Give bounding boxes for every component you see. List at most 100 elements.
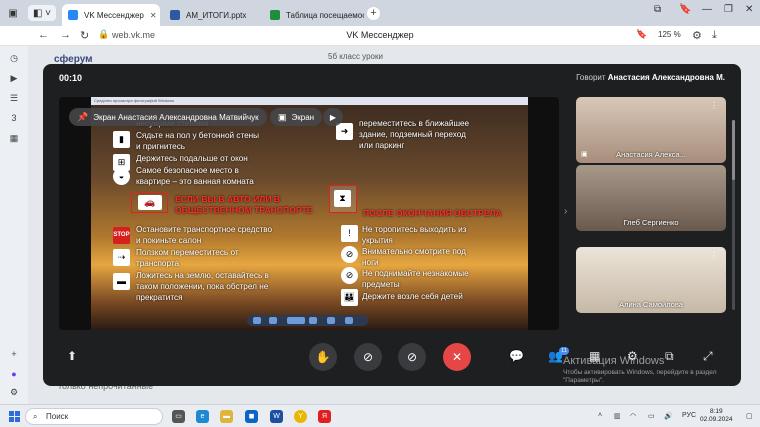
mic-off-button[interactable]: ⊘ <box>398 343 426 371</box>
sidebar-add-icon[interactable]: + <box>8 348 20 360</box>
extensions-icon[interactable]: ⚙ <box>692 29 702 42</box>
slideshow-controls[interactable] <box>247 315 368 326</box>
restore-icon[interactable]: ❐ <box>724 4 733 15</box>
end-call-button[interactable]: ✕ <box>443 343 471 371</box>
notifications-icon[interactable]: ▢ <box>746 412 753 420</box>
explorer-icon[interactable]: ▬ <box>220 410 233 423</box>
bookmark-page-icon[interactable]: 🔖 <box>636 29 647 40</box>
pin-icon: 📌 <box>77 111 89 122</box>
chat-icon[interactable]: 💬 <box>509 349 524 363</box>
more-icon[interactable]: ⋮ <box>710 251 718 260</box>
tab-groups-button[interactable]: ◧ ˅ <box>28 5 56 21</box>
control-icon[interactable] <box>253 317 261 324</box>
sidebar-history-icon[interactable]: ◷ <box>8 52 20 64</box>
task-view-icon[interactable]: ▭ <box>172 410 185 423</box>
chat-name: 5б класс уроки <box>328 52 383 61</box>
tab-label: АМ_ИТОГИ.pptx <box>186 10 247 20</box>
crawl-icon: ⇢ <box>113 249 130 266</box>
raise-hand-button[interactable]: ✋ <box>309 343 337 371</box>
participant-name: Анастасия Алекса... <box>616 150 686 159</box>
tab-vk-messenger[interactable]: VK Мессенджер ✕ <box>62 4 160 26</box>
slide-text: квартире – это ванная комната <box>136 177 254 186</box>
camera-off-button[interactable]: ⊘ <box>354 343 382 371</box>
sidebar-settings-icon[interactable]: ⚙ <box>8 386 20 398</box>
clock[interactable]: 8:19 02.09.2024 <box>700 408 733 424</box>
volume-icon[interactable]: 🔊 <box>664 412 673 420</box>
windows-activation-text: Чтобы активировать Windows, перейдите в … <box>563 369 717 384</box>
slide-heading: ОБЩЕСТВЕННОМ ТРАНСПОРТЕ <box>175 205 313 215</box>
search-placeholder: Поиск <box>46 412 69 421</box>
close-window-icon[interactable]: ✕ <box>745 4 753 15</box>
wifi-icon[interactable]: ◠ <box>630 412 636 420</box>
word-icon[interactable]: W <box>270 410 283 423</box>
store-icon[interactable]: ◼ <box>245 410 258 423</box>
language-indicator[interactable]: РУС <box>682 412 696 419</box>
pip-icon[interactable]: ⧉ <box>665 349 674 364</box>
sidebar-notes-icon[interactable]: ☰ <box>8 92 20 104</box>
screen-chip-label: Экран <box>291 112 315 122</box>
control-icon[interactable] <box>345 317 353 324</box>
reload-icon[interactable]: ↻ <box>80 29 89 42</box>
screen-share-stage: Средство просмотра фотографий Windows не… <box>59 97 559 330</box>
participant-tile[interactable]: ⋮ ▣ Анастасия Алекса... <box>576 97 726 163</box>
sidebar-grid-icon[interactable]: ▦ <box>8 132 20 144</box>
more-icon[interactable]: ⋮ <box>710 101 718 110</box>
control-icon[interactable] <box>309 317 317 324</box>
control-icon[interactable] <box>287 317 305 324</box>
close-tab-icon[interactable]: ✕ <box>144 11 157 20</box>
participant-tile[interactable]: ⋮ Алина Самойлова <box>576 247 726 313</box>
browser-sidebar: ◷ ▶ ☰ 3 ▦ + ● ⚙ <box>0 46 28 404</box>
participants-scrollbar[interactable] <box>732 120 735 310</box>
slide-text: Не торопитесь выходить из <box>362 225 467 234</box>
slide-text: здание, подземный переход <box>359 130 466 139</box>
slide-text: Остановите транспортное средство <box>136 225 273 234</box>
forward-icon[interactable]: → <box>60 29 71 41</box>
yandex-icon[interactable]: Я <box>318 410 331 423</box>
participant-tile[interactable]: Глеб Сергиенко <box>576 165 726 231</box>
participant-name: Алина Самойлова <box>619 300 683 309</box>
control-icon[interactable] <box>327 317 335 324</box>
url-field[interactable]: web.vk.me <box>112 30 155 40</box>
battery-icon[interactable]: ▭ <box>648 412 655 420</box>
zoom-level[interactable]: 125 % <box>658 30 681 39</box>
clock-time: 8:19 <box>709 408 723 415</box>
lock-icon: 🔒 <box>98 29 110 39</box>
camera-chip[interactable]: ▶ <box>323 108 343 126</box>
participants-count-badge: 11 <box>559 347 569 355</box>
yandex-browser-icon[interactable]: Y <box>294 410 307 423</box>
slide-text: таком положении, пока обстрел не <box>136 282 269 291</box>
screen-chip[interactable]: ▣ Экран <box>270 108 323 126</box>
bookmark-icon[interactable]: 🔖 <box>679 4 691 15</box>
slide-text: и пригнитесь <box>136 142 186 151</box>
tab-pptx[interactable]: АМ_ИТОГИ.pptx <box>164 4 260 26</box>
slide-text: прекратится <box>136 293 183 302</box>
browser-menu-icon[interactable]: ▣ <box>5 5 21 21</box>
tray-chevron-icon[interactable]: ˄ <box>598 412 602 419</box>
hand-icon: ✋ <box>315 350 331 364</box>
sidebar-assistant-icon[interactable]: ● <box>8 368 20 380</box>
look-icon: ⊘ <box>341 246 358 263</box>
close-icon: ✕ <box>451 350 463 364</box>
taskbar-search[interactable]: ⌕ Поиск <box>25 408 163 425</box>
back-icon[interactable]: ← <box>38 29 49 41</box>
network-icon[interactable]: ▥ <box>614 412 621 420</box>
sidebar-play-icon[interactable]: ▶ <box>8 72 20 84</box>
copy-icon[interactable]: ⧉ <box>654 4 661 15</box>
start-button[interactable] <box>9 411 20 422</box>
downloads-icon[interactable]: ⤓ <box>712 29 717 42</box>
windows-activation-title: Активация Windows <box>563 355 665 367</box>
edge-icon[interactable]: e <box>196 410 209 423</box>
participant-name: Глеб Сергиенко <box>623 218 679 227</box>
wall-icon: ▮ <box>113 131 130 148</box>
share-icon[interactable]: ⬆ <box>67 349 77 363</box>
minimize-icon[interactable]: — <box>702 4 712 15</box>
control-icon[interactable] <box>269 317 277 324</box>
screen-share-chip[interactable]: 📌 Экран Анастасия Александровна Матвийчу… <box>69 108 267 126</box>
sidebar-num-icon[interactable]: 3 <box>8 112 20 124</box>
chevron-right-icon[interactable]: › <box>564 206 567 217</box>
slide-text: Сядьте на пол у бетонной стены <box>136 131 260 140</box>
tab-attendance[interactable]: Таблица посещаемости <box>264 4 364 26</box>
fullscreen-icon[interactable]: ⤢ <box>703 349 713 364</box>
new-tab-button[interactable]: + <box>367 7 380 20</box>
sheets-favicon-icon <box>270 10 280 20</box>
